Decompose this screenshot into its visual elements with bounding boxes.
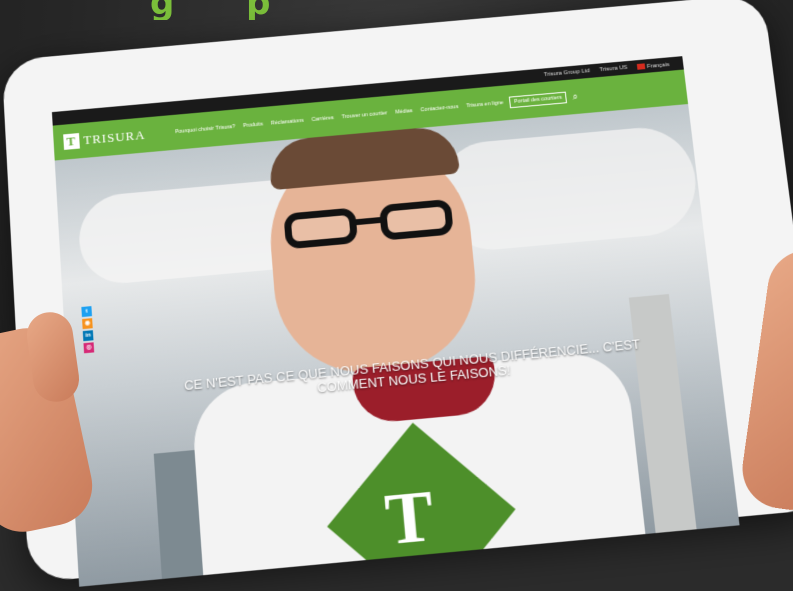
topbar-link-group[interactable]: Trisura Group Ltd [544, 68, 590, 78]
trisura-logo[interactable]: TRISURA [63, 127, 146, 150]
nav-item-why[interactable]: Pourquoi choisir Trisura? [175, 124, 236, 135]
twitter-icon[interactable]: t [81, 306, 93, 318]
logo-icon [63, 133, 80, 150]
rss-icon[interactable]: ◉ [82, 318, 93, 330]
logo-text: TRISURA [82, 127, 146, 148]
tablet-device: Trisura Group Ltd Trisura US Français TR… [1, 0, 793, 587]
cloud [432, 123, 702, 255]
tablet-screen: Trisura Group Ltd Trisura US Français TR… [51, 56, 740, 587]
linkedin-icon[interactable]: in [82, 330, 94, 342]
nav-item-products[interactable]: Produits [243, 122, 263, 130]
nav-item-contact[interactable]: Contactez-nous [420, 104, 458, 113]
topbar-link-us[interactable]: Trisura US [599, 65, 627, 73]
hero-banner: T CE N'EST PAS CE QUE NOUS FAISONS QUI N… [54, 104, 740, 587]
social-links: t ◉ in ◎ [81, 306, 95, 354]
headline-fragment: g p [150, 0, 301, 20]
glasses-bridge [354, 216, 383, 226]
nav-item-claims[interactable]: Réclamations [271, 118, 304, 127]
broker-portal-button[interactable]: Portail des courtiers [508, 91, 568, 109]
nav-item-careers[interactable]: Carrières [311, 115, 334, 123]
instagram-icon[interactable]: ◎ [83, 342, 95, 354]
nav-item-online[interactable]: Trisura en ligne [466, 100, 504, 109]
language-selector[interactable]: Français [636, 61, 670, 70]
lens-left [283, 207, 359, 250]
emblem-letter: T [381, 476, 438, 562]
language-label: Français [646, 61, 670, 70]
search-icon[interactable]: ⌕ [572, 91, 578, 102]
lens-right [378, 198, 454, 241]
canada-flag-icon [636, 63, 646, 70]
nav-item-find-broker[interactable]: Trouver un courtier [342, 110, 388, 120]
nav-item-media[interactable]: Médias [395, 108, 413, 115]
